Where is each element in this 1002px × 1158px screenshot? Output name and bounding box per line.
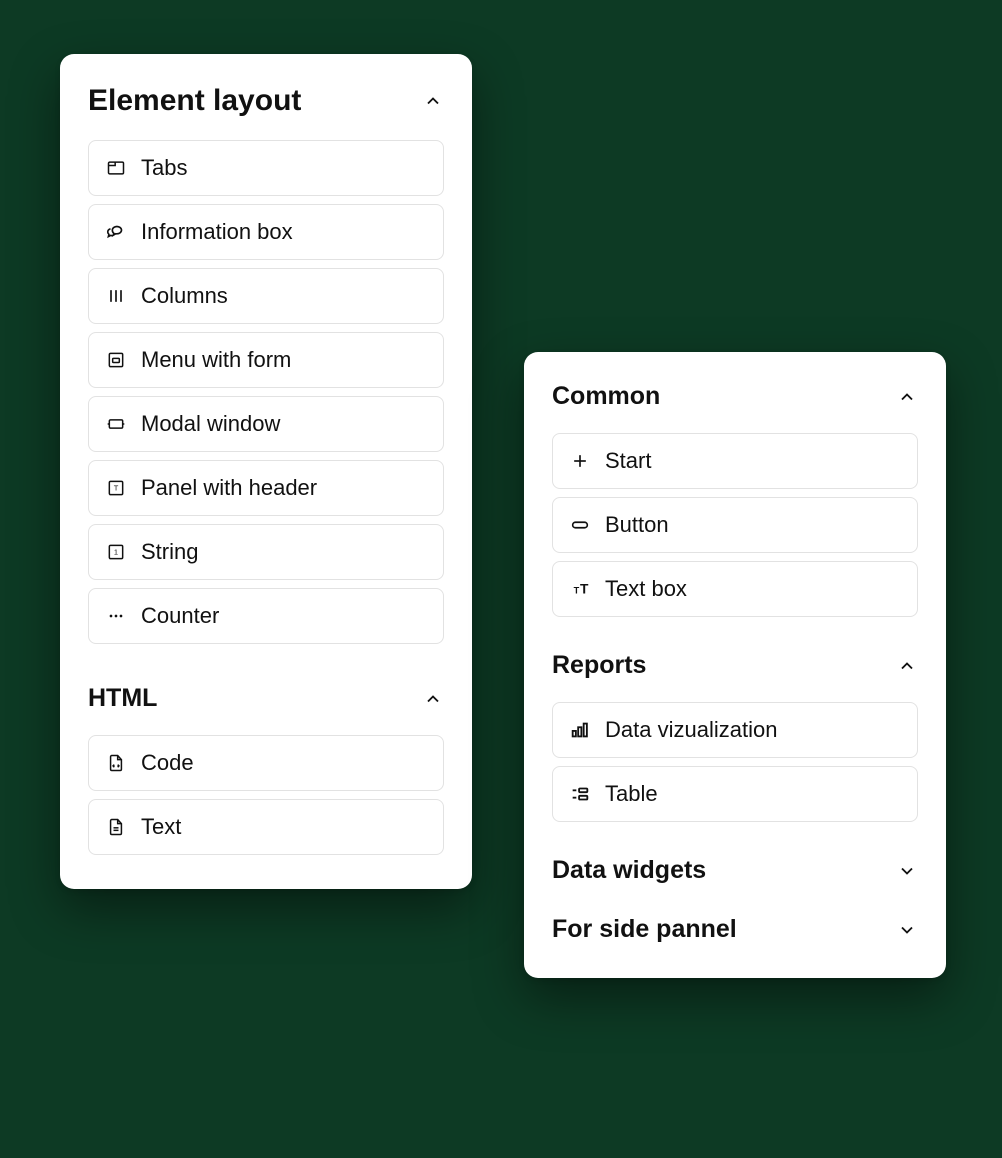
section-header-reports[interactable]: Reports xyxy=(552,651,918,680)
section-items-reports: Data vizualization Table xyxy=(552,702,918,822)
text-size-icon: TT xyxy=(569,578,591,600)
palette-item-label: Table xyxy=(605,781,658,807)
pill-icon xyxy=(569,514,591,536)
palette-item-counter[interactable]: Counter xyxy=(88,588,444,644)
palette-item-label: Modal window xyxy=(141,411,280,437)
chat-icon xyxy=(105,221,127,243)
element-palette-panel-left: Element layout Tabs Information box Colu… xyxy=(60,54,472,889)
palette-item-label: Button xyxy=(605,512,669,538)
chevron-down-icon xyxy=(896,919,918,941)
tabs-icon xyxy=(105,157,127,179)
palette-item-panel-with-header[interactable]: T Panel with header xyxy=(88,460,444,516)
palette-item-label: Code xyxy=(141,750,194,776)
section-title: Common xyxy=(552,382,660,411)
palette-item-tabs[interactable]: Tabs xyxy=(88,140,444,196)
palette-item-data-vizualization[interactable]: Data vizualization xyxy=(552,702,918,758)
palette-item-label: Start xyxy=(605,448,651,474)
table-icon xyxy=(569,783,591,805)
palette-item-modal-window[interactable]: Modal window xyxy=(88,396,444,452)
section-title: Reports xyxy=(552,651,646,680)
section-title: Data widgets xyxy=(552,856,706,885)
element-palette-panel-right: Common Start Button TT Text box Reports xyxy=(524,352,946,978)
svg-text:1: 1 xyxy=(114,548,118,557)
palette-item-button[interactable]: Button xyxy=(552,497,918,553)
menu-form-icon xyxy=(105,349,127,371)
palette-item-label: Tabs xyxy=(141,155,187,181)
palette-item-label: Counter xyxy=(141,603,219,629)
palette-item-label: Data vizualization xyxy=(605,717,777,743)
section-items-common: Start Button TT Text box xyxy=(552,433,918,617)
chevron-up-icon xyxy=(896,386,918,408)
chevron-up-icon xyxy=(896,655,918,677)
palette-item-menu-with-form[interactable]: Menu with form xyxy=(88,332,444,388)
section-title: For side pannel xyxy=(552,915,737,944)
section-items-element-layout: Tabs Information box Columns Menu with f… xyxy=(88,140,444,644)
palette-item-label: Panel with header xyxy=(141,475,317,501)
section-items-html: Code Text xyxy=(88,735,444,855)
palette-item-label: Text box xyxy=(605,576,687,602)
section-header-html[interactable]: HTML xyxy=(88,684,444,713)
palette-item-text[interactable]: Text xyxy=(88,799,444,855)
ellipsis-icon xyxy=(105,605,127,627)
section-header-common[interactable]: Common xyxy=(552,382,918,411)
modal-icon xyxy=(105,413,127,435)
palette-item-label: Text xyxy=(141,814,181,840)
palette-item-label: Columns xyxy=(141,283,228,309)
columns-icon xyxy=(105,285,127,307)
palette-item-columns[interactable]: Columns xyxy=(88,268,444,324)
section-header-for-side-pannel[interactable]: For side pannel xyxy=(552,915,918,944)
chevron-up-icon xyxy=(422,688,444,710)
text-file-icon xyxy=(105,816,127,838)
chart-icon xyxy=(569,719,591,741)
palette-item-text-box[interactable]: TT Text box xyxy=(552,561,918,617)
section-header-element-layout[interactable]: Element layout xyxy=(88,84,444,118)
section-title: HTML xyxy=(88,684,157,713)
palette-item-information-box[interactable]: Information box xyxy=(88,204,444,260)
section-header-data-widgets[interactable]: Data widgets xyxy=(552,856,918,885)
palette-item-label: Menu with form xyxy=(141,347,291,373)
svg-text:T: T xyxy=(114,484,119,493)
chevron-down-icon xyxy=(896,860,918,882)
svg-text:T: T xyxy=(580,582,589,597)
string-icon: 1 xyxy=(105,541,127,563)
palette-item-code[interactable]: Code xyxy=(88,735,444,791)
code-file-icon xyxy=(105,752,127,774)
palette-item-label: Information box xyxy=(141,219,293,245)
palette-item-start[interactable]: Start xyxy=(552,433,918,489)
panel-header-icon: T xyxy=(105,477,127,499)
svg-text:T: T xyxy=(574,586,580,596)
section-title: Element layout xyxy=(88,84,301,118)
palette-item-table[interactable]: Table xyxy=(552,766,918,822)
palette-item-label: String xyxy=(141,539,198,565)
palette-item-string[interactable]: 1 String xyxy=(88,524,444,580)
chevron-up-icon xyxy=(422,90,444,112)
plus-icon xyxy=(569,450,591,472)
